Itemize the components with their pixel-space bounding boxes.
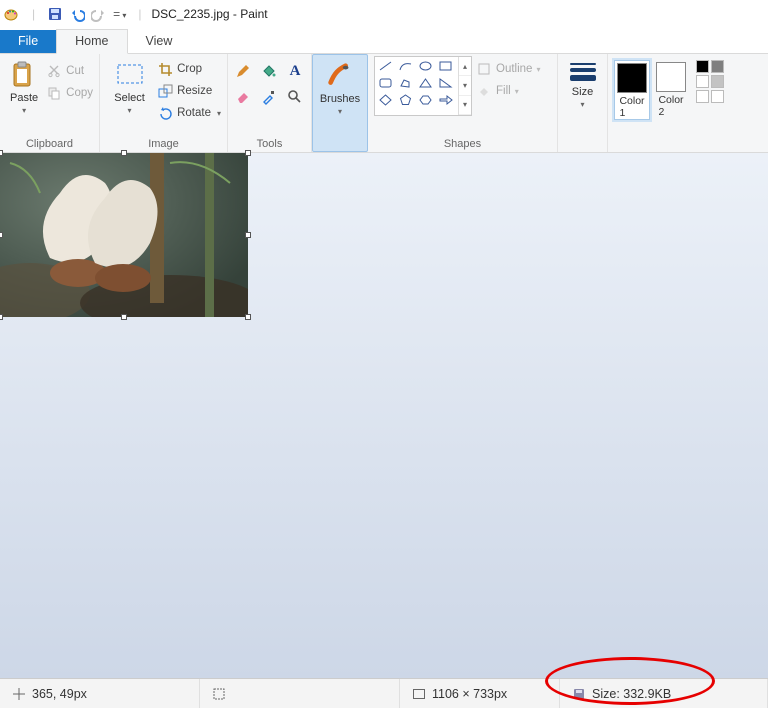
shape-rect-icon[interactable] (437, 59, 454, 73)
shape-line-icon[interactable] (377, 59, 394, 73)
palette-color[interactable] (696, 90, 709, 103)
shape-hexagon-icon[interactable] (417, 93, 434, 107)
shape-pentagon-icon[interactable] (397, 93, 414, 107)
window-title: DSC_2235.jpg - Paint (152, 7, 268, 21)
image-dimensions: 1106 × 733px (432, 687, 507, 701)
outline-button[interactable]: Outline ▾ (476, 58, 540, 80)
rotate-button[interactable]: Rotate ▾ (157, 102, 221, 124)
chevron-down-icon: ▾ (580, 100, 584, 109)
color-2-button[interactable]: Color 2 (654, 60, 688, 118)
eyedropper-icon[interactable] (260, 88, 278, 106)
palette-color[interactable] (711, 90, 724, 103)
shape-oval-icon[interactable] (417, 59, 434, 73)
eraser-icon[interactable] (234, 88, 252, 106)
qat-redo-icon[interactable] (91, 6, 107, 22)
resize-button[interactable]: Resize (157, 80, 221, 102)
resize-icon (157, 83, 173, 99)
copy-button[interactable]: Copy (46, 82, 93, 104)
canvas-area[interactable] (0, 153, 768, 678)
crop-button[interactable]: Crop (157, 58, 221, 80)
brushes-button[interactable]: Brushes ▾ (319, 57, 361, 116)
qat-undo-icon[interactable] (69, 6, 85, 22)
cut-button[interactable]: Cut (46, 60, 93, 82)
magnifier-icon[interactable] (286, 88, 304, 106)
qat-save-icon[interactable] (47, 6, 63, 22)
file-size: Size: 332.9KB (592, 687, 671, 701)
chevron-down-icon: ▾ (128, 106, 132, 115)
shape-roundrect-icon[interactable] (377, 76, 394, 90)
tab-view[interactable]: View (128, 30, 191, 53)
palette-color[interactable] (711, 75, 724, 88)
color-2-swatch (656, 62, 686, 92)
tab-bar: File Home View (0, 28, 768, 54)
tab-file[interactable]: File (0, 30, 56, 53)
tab-home[interactable]: Home (56, 29, 127, 54)
shape-curve-icon[interactable] (397, 59, 414, 73)
image-dimensions-icon (412, 687, 426, 701)
fill-button[interactable]: Fill ▾ (476, 80, 540, 102)
outline-icon (476, 61, 492, 77)
image-selection[interactable] (0, 153, 248, 317)
color-palette[interactable] (696, 60, 724, 103)
pencil-icon[interactable] (234, 62, 252, 80)
select-icon (115, 60, 145, 90)
ribbon: Paste ▾ Cut Copy Clipboard (0, 54, 768, 153)
palette-color[interactable] (696, 75, 709, 88)
color-1-swatch (617, 63, 647, 93)
shape-right-triangle-icon[interactable] (437, 76, 454, 90)
title-bar: | = ▾ | DSC_2235.jpg - Paint (0, 0, 768, 28)
shape-arrow-icon[interactable] (437, 93, 454, 107)
copy-icon (46, 85, 62, 101)
chevron-down-icon: ▾ (22, 106, 26, 115)
size-button[interactable]: Size ▾ (564, 56, 601, 109)
selection-size-icon (212, 687, 226, 701)
shape-polygon-icon[interactable] (397, 76, 414, 90)
palette-color[interactable] (696, 60, 709, 73)
qat-customize-icon[interactable]: = ▾ (113, 7, 126, 21)
cursor-position-icon (12, 687, 26, 701)
bucket-icon[interactable] (260, 62, 278, 80)
brush-icon (325, 61, 355, 91)
size-icon (568, 60, 598, 84)
group-label-shapes: Shapes (374, 136, 551, 152)
shapes-scroll[interactable]: ▴▾▾ (458, 57, 471, 115)
crop-icon (157, 61, 173, 77)
fill-icon (476, 83, 492, 99)
select-button[interactable]: Select ▾ (106, 56, 153, 115)
palette-color[interactable] (711, 60, 724, 73)
paste-button[interactable]: Paste ▾ (6, 56, 42, 115)
rotate-icon (157, 105, 173, 121)
status-bar: 365, 49px 1106 × 733px Size: 332.9KB (0, 678, 768, 708)
shape-diamond-icon[interactable] (377, 93, 394, 107)
text-icon[interactable]: A (286, 62, 304, 80)
paste-icon (9, 60, 39, 90)
chevron-down-icon: ▾ (338, 107, 342, 116)
color-1-button[interactable]: Color 1 (614, 60, 650, 120)
app-icon (4, 6, 20, 22)
shape-triangle-icon[interactable] (417, 76, 434, 90)
file-size-icon (572, 687, 586, 701)
cursor-position: 365, 49px (32, 687, 87, 701)
group-label-clipboard: Clipboard (6, 136, 93, 152)
canvas-photo (0, 153, 248, 317)
shapes-gallery[interactable]: ▴▾▾ (374, 56, 472, 116)
cut-icon (46, 63, 62, 79)
